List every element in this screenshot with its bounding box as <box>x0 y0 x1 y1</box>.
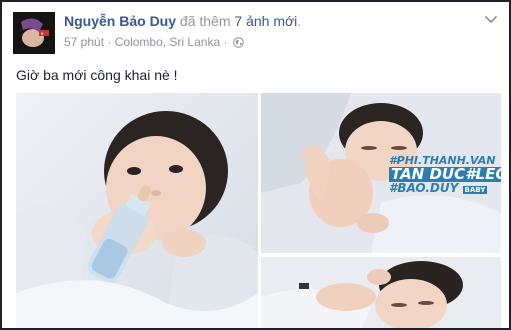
post-card: ♥ Nguyễn Bảo Duy đã thêm 7 ảnh mới. 57 p… <box>0 0 511 330</box>
photo-watermark: #PHI.THANH.VAN TAN DUC#LEO #BAO.DUY BABY <box>389 155 501 194</box>
watermark-name: #BAO.DUY <box>389 181 459 195</box>
author-name[interactable]: Nguyễn Bảo Duy <box>64 13 176 29</box>
meta-separator: · <box>107 35 112 49</box>
watermark-line-3: #BAO.DUY BABY <box>389 182 489 194</box>
timestamp[interactable]: 57 phút <box>64 35 104 49</box>
location[interactable]: Colombo, Sri Lanka <box>115 35 220 49</box>
chevron-down-icon[interactable] <box>483 11 499 27</box>
meta-separator-2: · <box>223 35 228 49</box>
globe-icon[interactable] <box>233 36 244 48</box>
photo-baby-asleep[interactable] <box>261 257 501 328</box>
post-meta: 57 phút · Colombo, Sri Lanka · <box>64 35 244 49</box>
photo-sleeping-baby[interactable]: #PHI.THANH.VAN TAN DUC#LEO #BAO.DUY BABY <box>261 93 501 253</box>
action-text: đã thêm <box>179 13 231 29</box>
avatar[interactable]: ♥ <box>13 12 55 54</box>
post-text: Giờ ba mới công khai nè ! <box>16 67 178 83</box>
photos-link[interactable]: 7 ảnh mới <box>234 13 297 29</box>
post-header: Nguyễn Bảo Duy đã thêm 7 ảnh mới. <box>64 13 301 29</box>
watermark-badge: BABY <box>462 186 488 194</box>
action-suffix: . <box>297 13 302 29</box>
watermark-line-2: TAN DUC#LEO <box>389 167 501 182</box>
photo-baby-bottle[interactable] <box>16 93 258 328</box>
